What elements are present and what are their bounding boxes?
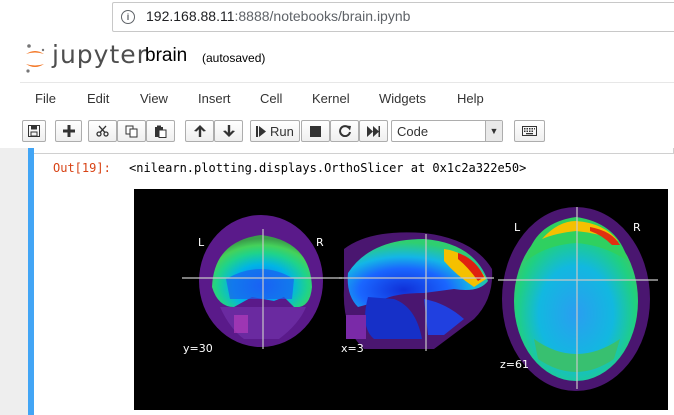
run-label: Run xyxy=(270,123,294,139)
cell-type-select[interactable]: Code ▼ xyxy=(391,120,503,142)
move-up-button[interactable] xyxy=(185,120,214,142)
axial-left-label: L xyxy=(514,221,521,234)
menu-cell[interactable]: Cell xyxy=(260,91,282,106)
interrupt-button[interactable] xyxy=(301,120,330,142)
coronal-right-label: R xyxy=(316,236,324,249)
restart-icon xyxy=(338,125,351,137)
move-down-button[interactable] xyxy=(214,120,243,142)
axial-right-label: R xyxy=(633,221,641,234)
paste-button[interactable] xyxy=(146,120,175,142)
coronal-left-label: L xyxy=(198,236,205,249)
menu-edit[interactable]: Edit xyxy=(87,91,109,106)
sagittal-coordinate: x=3 xyxy=(341,342,364,355)
sagittal-slice xyxy=(339,232,494,351)
menu-file[interactable]: File xyxy=(35,91,56,106)
url-path: :8888/notebooks/brain.ipynb xyxy=(234,8,411,24)
play-icon xyxy=(256,125,266,137)
arrow-down-icon xyxy=(222,125,235,137)
brain-slices-image xyxy=(182,207,658,391)
insert-cell-button[interactable] xyxy=(55,120,82,142)
restart-run-all-button[interactable] xyxy=(359,120,388,142)
cell-type-value: Code xyxy=(397,124,429,139)
cut-button[interactable] xyxy=(88,120,117,142)
notebook-name[interactable]: brain xyxy=(145,45,187,67)
brain-ortho-slicer-figure: L R L R y=30 x=3 z=61 xyxy=(134,189,668,410)
save-button[interactable] xyxy=(22,120,46,142)
menu-kernel[interactable]: Kernel xyxy=(312,91,350,106)
command-palette-button[interactable] xyxy=(514,120,545,142)
copy-button[interactable] xyxy=(117,120,146,142)
browser-address-bar: i 192.168.88.11:8888/notebooks/brain.ipy… xyxy=(0,0,674,35)
save-icon xyxy=(28,125,40,137)
cell-selection-bar xyxy=(28,148,34,415)
copy-icon xyxy=(125,125,138,137)
output-prompt: Out[19]: xyxy=(53,161,111,175)
keyboard-icon xyxy=(522,126,537,136)
coronal-coordinate: y=30 xyxy=(183,342,213,355)
scissors-icon xyxy=(96,125,109,137)
output-text: <nilearn.plotting.displays.OrthoSlicer a… xyxy=(129,161,527,175)
menu-view[interactable]: View xyxy=(140,91,168,106)
cell-top-border xyxy=(34,148,674,154)
jupyter-wordmark[interactable]: jupyter xyxy=(52,40,148,69)
save-status: (autosaved) xyxy=(202,51,266,65)
run-button[interactable]: Run xyxy=(250,120,300,142)
paste-icon xyxy=(155,125,167,138)
menu-widgets[interactable]: Widgets xyxy=(379,91,426,106)
arrow-up-icon xyxy=(193,125,206,137)
url-text[interactable]: 192.168.88.11:8888/notebooks/brain.ipynb xyxy=(146,8,410,24)
stop-icon xyxy=(310,125,321,137)
fast-forward-icon xyxy=(367,125,380,137)
axial-coordinate: z=61 xyxy=(500,358,529,371)
url-host: 192.168.88.11 xyxy=(146,8,235,24)
info-icon[interactable]: i xyxy=(121,10,135,24)
plus-icon xyxy=(62,125,75,137)
menu-insert[interactable]: Insert xyxy=(198,91,231,106)
url-field[interactable]: i 192.168.88.11:8888/notebooks/brain.ipy… xyxy=(112,2,674,32)
menu-help[interactable]: Help xyxy=(457,91,484,106)
restart-button[interactable] xyxy=(330,120,359,142)
jupyter-logo-icon[interactable] xyxy=(24,41,46,75)
chevron-down-icon[interactable]: ▼ xyxy=(485,121,502,141)
